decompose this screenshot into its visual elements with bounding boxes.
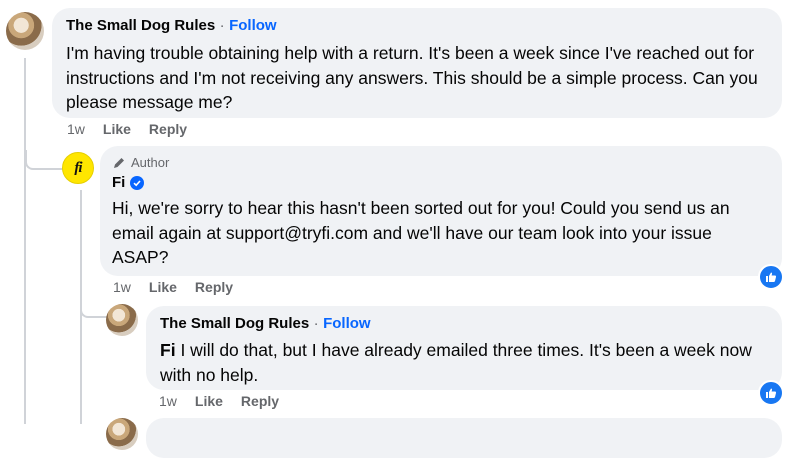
like-reaction-icon[interactable] (758, 380, 784, 406)
comment-bubble (146, 418, 782, 458)
comment-text-body: I will do that, but I have already email… (160, 340, 752, 385)
avatar[interactable] (6, 12, 44, 50)
like-button[interactable]: Like (149, 279, 177, 295)
comment-bubble: The Small Dog Rules · Follow I'm having … (52, 8, 782, 118)
timestamp[interactable]: 1w (159, 393, 177, 409)
comment-bubble: Author Fi Hi, we're sorry to hear this h… (100, 146, 782, 276)
mention-link[interactable]: Fi (160, 340, 176, 360)
timestamp[interactable]: 1w (113, 279, 131, 295)
comment-author[interactable]: The Small Dog Rules (160, 315, 309, 332)
reply-button[interactable]: Reply (149, 121, 187, 137)
reply-button[interactable]: Reply (241, 393, 279, 409)
follow-button[interactable]: Follow (323, 315, 371, 332)
verified-badge-icon (130, 175, 145, 190)
comment-text: I'm having trouble obtaining help with a… (66, 43, 758, 112)
like-button[interactable]: Like (195, 393, 223, 409)
avatar[interactable] (106, 304, 138, 336)
thread-line (25, 150, 65, 170)
author-badge: Author (112, 155, 169, 170)
like-button[interactable]: Like (103, 121, 131, 137)
thread-line (24, 58, 26, 424)
pencil-icon (114, 157, 124, 168)
comment-author[interactable]: The Small Dog Rules (66, 17, 215, 34)
comment-text: Hi, we're sorry to hear this hasn't been… (112, 198, 730, 267)
avatar[interactable] (106, 418, 138, 450)
follow-button[interactable]: Follow (229, 17, 277, 34)
comment-author[interactable]: Fi (112, 174, 125, 191)
comment-bubble: The Small Dog Rules · Follow Fi I will d… (146, 306, 782, 390)
reply-button[interactable]: Reply (195, 279, 233, 295)
thread-line (80, 300, 108, 318)
fi-logo: fi (74, 159, 82, 176)
comment-actions: 1w Like Reply (113, 279, 233, 295)
avatar[interactable]: fi (62, 152, 94, 184)
comment-text: Fi I will do that, but I have already em… (160, 338, 766, 387)
timestamp[interactable]: 1w (67, 121, 85, 137)
separator: · (219, 17, 225, 34)
comment-actions: 1w Like Reply (159, 393, 279, 409)
separator: · (313, 315, 319, 332)
like-reaction-icon[interactable] (758, 264, 784, 290)
author-badge-label: Author (131, 155, 170, 170)
comment-actions: 1w Like Reply (67, 121, 187, 137)
